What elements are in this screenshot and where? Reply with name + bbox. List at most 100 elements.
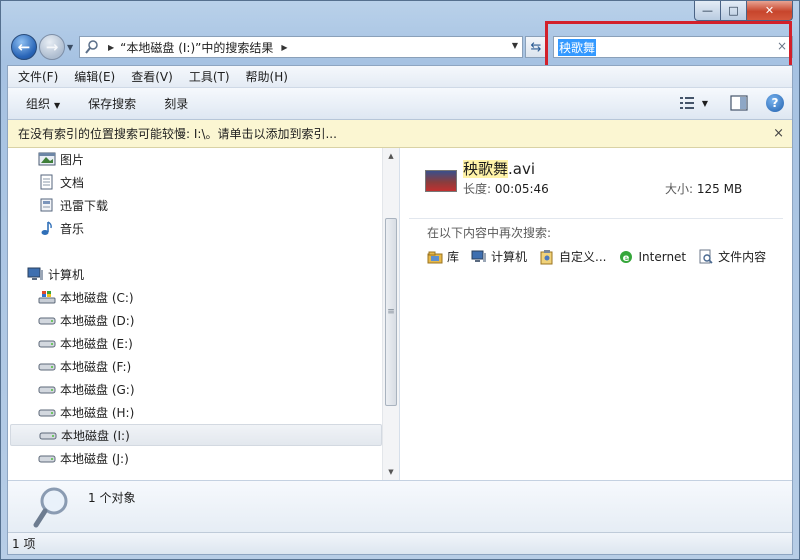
sidebar-item-label: 本地磁盘 (F:) [60, 359, 132, 374]
sidebar-item-documents[interactable]: 文档 [38, 171, 84, 193]
index-info-bar[interactable]: 在没有索引的位置搜索可能较慢: I:\。请单击以添加到索引... × [8, 120, 792, 148]
burn-button[interactable]: 刻录 [164, 95, 188, 112]
sidebar-item-drive-e[interactable]: 本地磁盘 (E:) [38, 332, 133, 354]
organize-label: 组织 [26, 97, 51, 111]
menu-help[interactable]: 帮助(H) [246, 68, 288, 85]
sidebar-item-label: 本地磁盘 (E:) [60, 336, 133, 351]
recent-pages-dropdown-icon[interactable]: ▼ [67, 43, 73, 52]
menu-tools[interactable]: 工具(T) [189, 68, 230, 85]
result-size: 大小: 125 MB [665, 180, 742, 197]
sidebar-item-label: 本地磁盘 (I:) [61, 428, 130, 443]
sidebar-item-label: 本地磁盘 (G:) [60, 382, 135, 397]
sidebar-item-label: 计算机 [48, 267, 85, 282]
sidebar-item-music[interactable]: 音乐 [38, 217, 84, 239]
file-contents-icon [699, 249, 713, 264]
scroll-up-icon[interactable]: ▲ [383, 148, 399, 164]
libraries-icon [427, 251, 443, 263]
scroll-down-icon[interactable]: ▼ [383, 464, 399, 480]
search-again-computer[interactable]: 计算机 [471, 248, 527, 265]
link-label: Internet [638, 249, 687, 264]
internet-explorer-icon: e [620, 250, 633, 264]
sidebar-item-label: 本地磁盘 (D:) [60, 313, 135, 328]
save-search-button[interactable]: 保存搜索 [88, 95, 136, 112]
search-again-links: 库 计算机 自定义... e Internet 文件内容 [427, 248, 778, 265]
command-bar: 组织 ▼ 保存搜索 刻录 ▼ ? [8, 88, 792, 120]
search-results-pane: 秧歌舞.avi 长度: 00:05:46 大小: 125 MB 在以下内容中再次… [401, 148, 791, 480]
documents-icon [40, 174, 53, 190]
size-value: 125 MB [696, 182, 743, 196]
help-icon[interactable]: ? [766, 94, 784, 112]
address-dropdown-icon[interactable]: ▼ [512, 41, 518, 50]
scrollbar-thumb[interactable]: ≡ [385, 218, 397, 406]
change-view-icon[interactable] [678, 95, 696, 111]
video-thumbnail [425, 170, 457, 192]
drive-icon [38, 455, 56, 463]
result-item[interactable]: 秧歌舞.avi 长度: 00:05:46 大小: 125 MB [419, 156, 779, 216]
sidebar-item-label: 本地磁盘 (C:) [60, 290, 134, 305]
minimize-button[interactable]: — [694, 1, 721, 21]
object-count: 1 个对象 [88, 491, 136, 505]
breadcrumb-arrow-icon[interactable]: ▶ [108, 43, 114, 52]
sidebar-item-drive-i[interactable]: 本地磁盘 (I:) [10, 424, 382, 446]
magnifier-icon [33, 487, 68, 528]
drive-icon [38, 386, 56, 394]
sidebar-item-drive-g[interactable]: 本地磁盘 (G:) [38, 378, 135, 400]
menu-edit[interactable]: 编辑(E) [74, 68, 115, 85]
sidebar-item-drive-j[interactable]: 本地磁盘 (J:) [38, 447, 129, 469]
download-folder-icon [40, 198, 53, 212]
navigation-scrollbar[interactable]: ▲ ≡ ▼ [382, 148, 399, 480]
system-drive-icon [38, 291, 56, 304]
menu-file[interactable]: 文件(F) [18, 68, 58, 85]
sidebar-item-drive-f[interactable]: 本地磁盘 (F:) [38, 355, 131, 377]
maximize-button[interactable]: □ [721, 1, 747, 21]
sidebar-item-thunder-downloads[interactable]: 迅雷下载 [38, 194, 108, 216]
sidebar-item-pictures[interactable]: 图片 [38, 148, 84, 170]
explorer-window: — □ ✕ ← → ▼ ▶ “本地磁盘 (I:)”中的搜索结果 ▶ ▼ ⇆ 秧歌… [0, 0, 800, 560]
sidebar-item-drive-c[interactable]: 本地磁盘 (C:) [38, 286, 134, 308]
chevron-down-icon: ▼ [54, 101, 61, 110]
back-button[interactable]: ← [11, 34, 37, 60]
search-again-file-contents[interactable]: 文件内容 [698, 248, 766, 265]
sidebar-item-label: 文档 [60, 175, 85, 190]
search-again-custom[interactable]: 自定义... [539, 248, 606, 265]
pictures-icon [38, 152, 56, 166]
forward-button[interactable]: → [39, 34, 65, 60]
menu-view[interactable]: 查看(V) [131, 68, 173, 85]
drive-icon [38, 317, 56, 325]
search-icon [85, 40, 98, 54]
custom-folder-icon [540, 249, 553, 264]
address-bar[interactable]: ▶ “本地磁盘 (I:)”中的搜索结果 ▶ ▼ [79, 36, 523, 58]
menu-bar: 文件(F) 编辑(E) 查看(V) 工具(T) 帮助(H) [8, 66, 792, 88]
result-file-name[interactable]: 秧歌舞.avi [463, 158, 535, 179]
search-again-libraries[interactable]: 库 [427, 248, 459, 265]
sidebar-item-drive-h[interactable]: 本地磁盘 (H:) [38, 401, 134, 423]
computer-icon [27, 267, 43, 280]
preview-pane-icon[interactable] [730, 95, 748, 111]
breadcrumb-arrow-icon[interactable]: ▶ [281, 43, 287, 52]
drive-icon [39, 432, 57, 440]
svg-text:e: e [623, 253, 630, 264]
sidebar-item-label: 迅雷下载 [60, 198, 109, 213]
sidebar-item-computer[interactable]: 计算机 [26, 263, 84, 285]
navigation-pane: 图片 文档 迅雷下载 音乐 计算机 本地磁盘 (C:) 本地磁盘 (D:) 本地… [8, 148, 400, 480]
sidebar-item-drive-d[interactable]: 本地磁盘 (D:) [38, 309, 134, 331]
command-bar-right: ▼ ? [678, 94, 784, 112]
size-label: 大小: [665, 182, 694, 196]
info-bar-close-icon[interactable]: × [773, 126, 784, 141]
refresh-button[interactable]: ⇆ [525, 36, 547, 58]
explorer-body: 文件(F) 编辑(E) 查看(V) 工具(T) 帮助(H) 组织 ▼ 保存搜索 刻… [7, 65, 793, 555]
close-button[interactable]: ✕ [747, 1, 793, 21]
view-options-dropdown-icon[interactable]: ▼ [702, 99, 708, 108]
link-label: 自定义... [559, 250, 607, 264]
search-again-internet[interactable]: e Internet [618, 248, 686, 265]
drive-icon [38, 363, 56, 371]
organize-button[interactable]: 组织 ▼ [26, 95, 60, 112]
link-label: 计算机 [491, 250, 528, 264]
drive-icon [38, 340, 56, 348]
status-item-count: 1 项 [12, 537, 36, 551]
matched-term: 秧歌舞 [463, 160, 509, 178]
search-again-title: 在以下内容中再次搜索: [427, 226, 552, 240]
breadcrumb-search-results[interactable]: “本地磁盘 (I:)”中的搜索结果 [120, 39, 273, 56]
file-extension: .avi [508, 160, 536, 178]
sidebar-item-label: 音乐 [60, 221, 85, 236]
